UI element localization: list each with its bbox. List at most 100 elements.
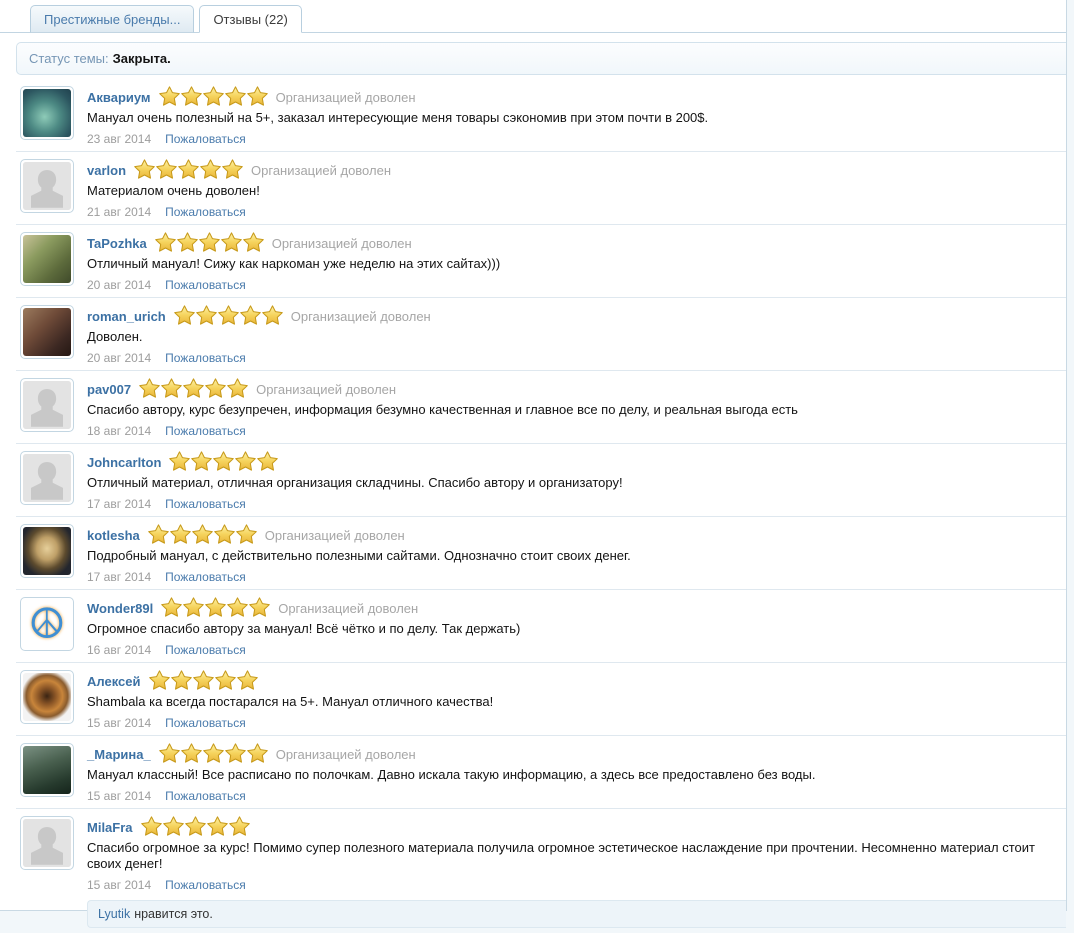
report-link[interactable]: Пожаловаться <box>165 497 246 511</box>
report-link[interactable]: Пожаловаться <box>165 789 246 803</box>
person-silhouette-icon <box>23 162 71 210</box>
star-icon <box>242 232 264 252</box>
rating-stars <box>161 597 271 617</box>
review-date: 20 авг 2014 <box>87 351 152 365</box>
username-link[interactable]: Аквариум <box>87 90 151 105</box>
report-link[interactable]: Пожаловаться <box>165 716 246 730</box>
review-text: Огромное спасибо автору за мануал! Всё ч… <box>87 621 521 636</box>
username-link[interactable]: _Марина_ <box>87 747 151 762</box>
review-content: Wonder89l Организацией доволен Огромное … <box>87 597 1066 657</box>
avatar-image <box>23 746 71 794</box>
report-link[interactable]: Пожаловаться <box>165 878 246 892</box>
star-icon <box>227 597 249 617</box>
star-icon <box>213 451 235 471</box>
review-date: 17 авг 2014 <box>87 497 152 511</box>
cheshire-cat-avatar[interactable] <box>20 86 74 140</box>
rating-stars <box>140 816 250 836</box>
star-icon <box>195 305 217 325</box>
review-item: MilaFra Спасибо огромное за курс! Помимо… <box>0 809 1066 933</box>
tab-reviews[interactable]: Отзывы (22) <box>199 5 302 33</box>
review-content: Алексей Shambala ка всегда постарался на… <box>87 670 1066 730</box>
star-icon <box>178 159 199 179</box>
star-icon <box>236 670 258 690</box>
star-icon <box>205 597 227 617</box>
avatar-image <box>23 381 71 429</box>
review-content: TaPozhka Организацией доволен Отличный м… <box>87 232 1066 292</box>
star-icon <box>169 451 191 471</box>
review-content: pav007 Организацией доволен Спасибо авто… <box>87 378 1066 438</box>
person-silhouette-icon <box>23 454 71 502</box>
default-avatar[interactable] <box>20 159 74 213</box>
star-icon <box>183 378 204 398</box>
default-avatar[interactable] <box>20 816 74 870</box>
review-date: 15 авг 2014 <box>87 789 152 803</box>
star-icon <box>170 670 192 690</box>
star-icon <box>224 743 246 763</box>
default-avatar[interactable] <box>20 451 74 505</box>
rating-stars <box>158 743 268 763</box>
username-link[interactable]: pav007 <box>87 382 131 397</box>
rating-stars <box>173 305 283 325</box>
username-link[interactable]: Johncarlton <box>87 455 161 470</box>
star-icon <box>169 524 191 544</box>
username-link[interactable]: Алексей <box>87 674 141 689</box>
report-link[interactable]: Пожаловаться <box>165 424 246 438</box>
username-link[interactable]: roman_urich <box>87 309 166 324</box>
report-link[interactable]: Пожаловаться <box>165 643 246 657</box>
rating-stars <box>169 451 279 471</box>
org-satisfied-label: Организацией доволен <box>278 600 419 616</box>
star-icon <box>261 305 283 325</box>
review-meta: 21 авг 2014 Пожаловаться <box>87 205 1066 219</box>
report-link[interactable]: Пожаловаться <box>165 205 246 219</box>
review-text: Доволен. <box>87 329 143 344</box>
review-meta: 15 авг 2014 Пожаловаться <box>87 789 1066 803</box>
star-icon <box>202 743 224 763</box>
review-content: Johncarlton Отличный материал, отличная … <box>87 451 1066 511</box>
review-text: Отличный мануал! Сижу как наркоман уже н… <box>87 256 501 271</box>
swing-photo-avatar[interactable] <box>20 743 74 797</box>
rating-stars <box>154 232 264 252</box>
username-link[interactable]: MilaFra <box>87 820 133 835</box>
username-link[interactable]: TaPozhka <box>87 236 147 251</box>
star-icon <box>227 378 248 398</box>
painting-photo-avatar[interactable] <box>20 305 74 359</box>
username-link[interactable]: kotlesha <box>87 528 140 543</box>
rating-stars <box>139 378 248 398</box>
peace-sign-icon: ☮ <box>23 600 71 648</box>
avatar-image <box>23 673 71 721</box>
report-link[interactable]: Пожаловаться <box>165 278 246 292</box>
star-icon <box>161 378 182 398</box>
cat-emblem-avatar[interactable] <box>20 524 74 578</box>
report-link[interactable]: Пожаловаться <box>165 570 246 584</box>
star-icon <box>147 524 169 544</box>
garden-photo-avatar[interactable] <box>20 232 74 286</box>
liker-link[interactable]: Lyutik <box>98 907 130 921</box>
review-header: Аквариум Организацией доволен <box>87 86 1066 108</box>
default-avatar[interactable] <box>20 378 74 432</box>
peace-sign-avatar[interactable]: ☮ <box>20 597 74 651</box>
review-date: 23 авг 2014 <box>87 132 152 146</box>
rating-stars <box>158 86 268 106</box>
review-item: TaPozhka Организацией доволен Отличный м… <box>0 225 1066 297</box>
star-icon <box>213 524 235 544</box>
review-meta: 18 авг 2014 Пожаловаться <box>87 424 1066 438</box>
username-link[interactable]: varlon <box>87 163 126 178</box>
tab-prestige-brands[interactable]: Престижные бренды... <box>30 5 195 33</box>
star-icon <box>191 524 213 544</box>
review-content: Аквариум Организацией доволен Мануал оче… <box>87 86 1066 146</box>
person-silhouette-icon <box>23 819 71 867</box>
avatar-image <box>23 162 71 210</box>
review-item: kotlesha Организацией доволен Подробный … <box>0 517 1066 589</box>
review-header: roman_urich Организацией доволен <box>87 305 1066 327</box>
lion-avatar[interactable] <box>20 670 74 724</box>
username-link[interactable]: Wonder89l <box>87 601 153 616</box>
thread-status-notice: Статус темы: Закрыта. <box>16 42 1066 75</box>
review-text: Материалом очень доволен! <box>87 183 260 198</box>
review-content: roman_urich Организацией доволен Доволен… <box>87 305 1066 365</box>
star-icon <box>173 305 195 325</box>
org-satisfied-label: Организацией доволен <box>275 746 416 762</box>
report-link[interactable]: Пожаловаться <box>165 132 246 146</box>
review-item: Алексей Shambala ка всегда постарался на… <box>0 663 1066 735</box>
report-link[interactable]: Пожаловаться <box>165 351 246 365</box>
org-satisfied-label: Организацией доволен <box>264 527 405 543</box>
